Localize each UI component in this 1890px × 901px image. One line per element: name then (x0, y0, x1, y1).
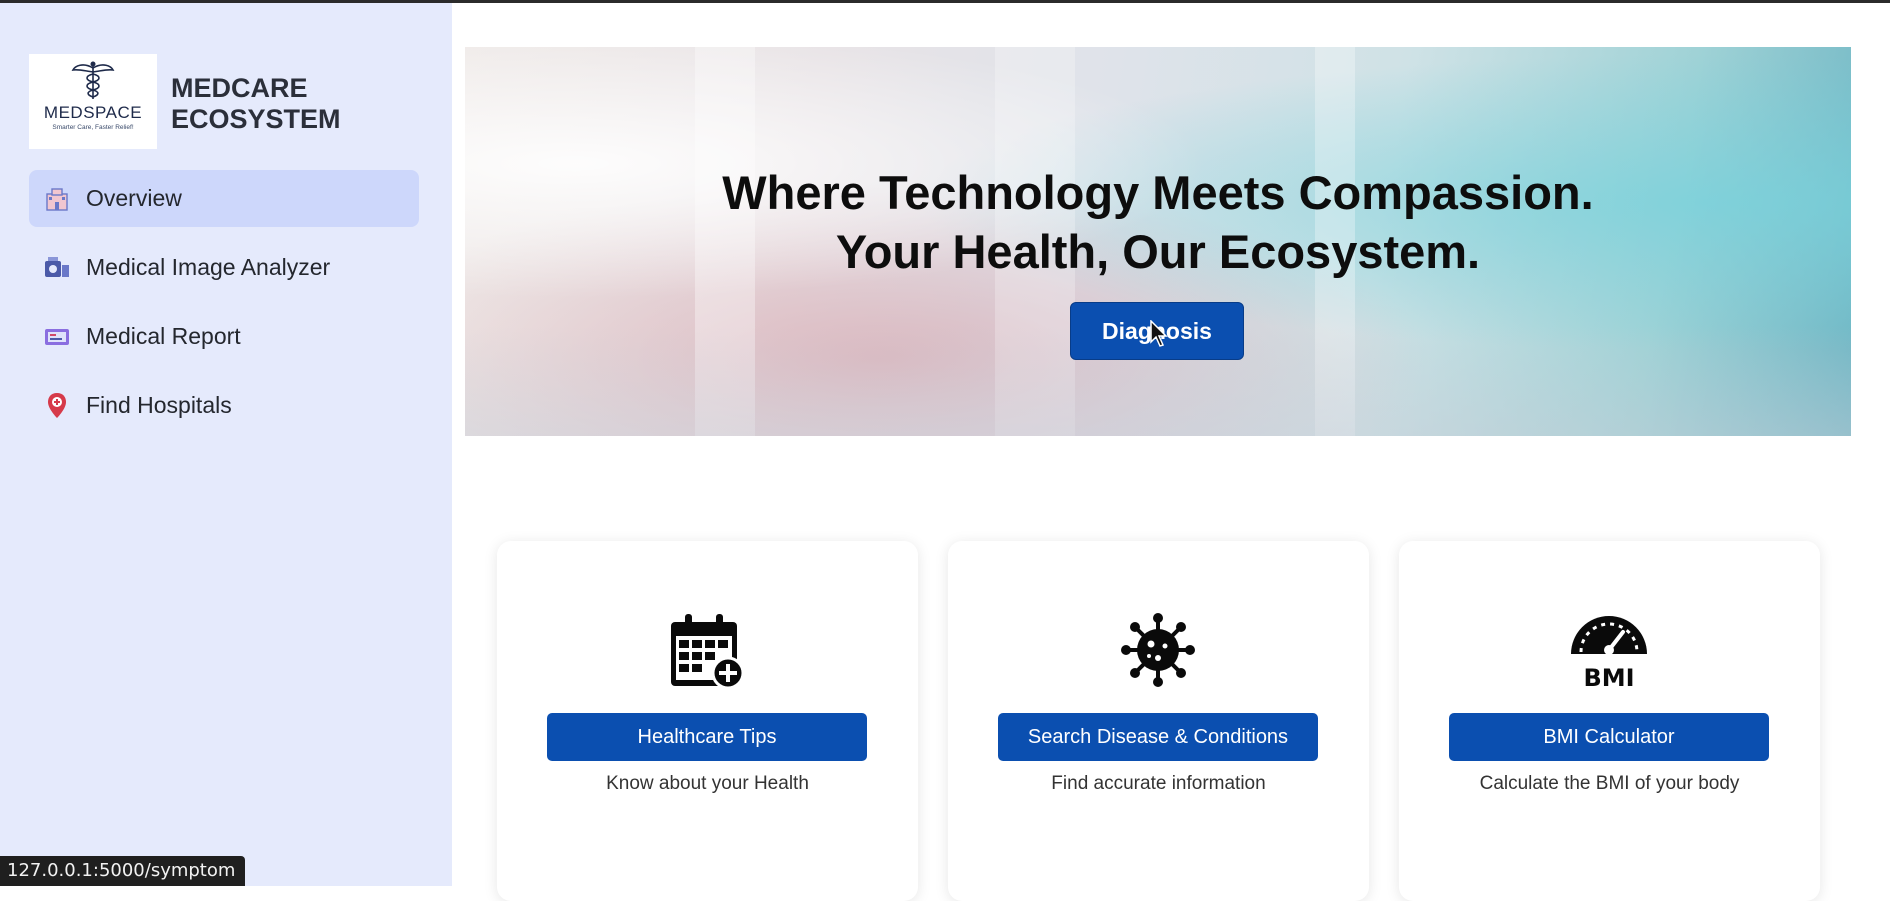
brand-line-2: ECOSYSTEM (171, 104, 341, 134)
sidebar: MEDSPACE Smarter Care, Faster Relief! ME… (0, 3, 452, 886)
card-search-disease: Search Disease & Conditions Find accurat… (948, 541, 1369, 901)
sidebar-item-label: Overview (86, 185, 182, 211)
card-description: Calculate the BMI of your body (1479, 773, 1740, 794)
card-description: Find accurate information (1051, 773, 1266, 794)
card-description: Know about your Health (606, 773, 809, 794)
browser-status-url: 127.0.0.1:5000/symptom (0, 856, 246, 886)
hero-banner: Where Technology Meets Compassion. Your … (465, 47, 1851, 436)
virus-icon (1121, 613, 1195, 687)
card-bmi-calculator: BMI BMI Calculator Calculate the BMI of … (1399, 541, 1820, 901)
brand-title: MEDCARE ECOSYSTEM (171, 73, 341, 135)
sidebar-item-label: Medical Report (86, 323, 241, 349)
sidebar-item-medical-report[interactable]: Medical Report (29, 308, 419, 365)
hero-headline: Where Technology Meets Compassion. Your … (465, 163, 1851, 281)
bmi-icon-text: BMI (1583, 664, 1634, 690)
sidebar-item-label: Medical Image Analyzer (86, 254, 331, 280)
bmi-gauge-icon: BMI (1571, 616, 1647, 690)
medspace-logo[interactable]: MEDSPACE Smarter Care, Faster Relief! (29, 54, 157, 149)
healthcare-tips-button[interactable]: Healthcare Tips (547, 713, 867, 761)
bmi-calculator-button[interactable]: BMI Calculator (1449, 713, 1769, 761)
card-healthcare-tips: Healthcare Tips Know about your Health (497, 541, 918, 901)
sidebar-item-label: Find Hospitals (86, 392, 232, 418)
sidebar-item-overview[interactable]: Overview (29, 170, 419, 227)
brand-line-1: MEDCARE (171, 73, 308, 103)
calendar-plus-icon (671, 614, 745, 690)
caduceus-icon (71, 61, 115, 99)
mouse-cursor-icon (1150, 320, 1168, 347)
sidebar-item-find-hospitals[interactable]: Find Hospitals (29, 377, 419, 434)
report-icon (43, 323, 71, 351)
logo-tagline: Smarter Care, Faster Relief! (52, 124, 134, 131)
hospital-icon (43, 185, 71, 213)
search-disease-button[interactable]: Search Disease & Conditions (998, 713, 1318, 761)
location-pin-icon (43, 392, 71, 420)
hero-headline-line-2: Your Health, Our Ecosystem. (835, 225, 1481, 278)
hero-headline-line-1: Where Technology Meets Compassion. (722, 166, 1594, 219)
logo-wordmark: MEDSPACE (43, 103, 143, 122)
scanner-icon (43, 254, 71, 282)
sidebar-item-medical-image-analyzer[interactable]: Medical Image Analyzer (29, 239, 419, 296)
